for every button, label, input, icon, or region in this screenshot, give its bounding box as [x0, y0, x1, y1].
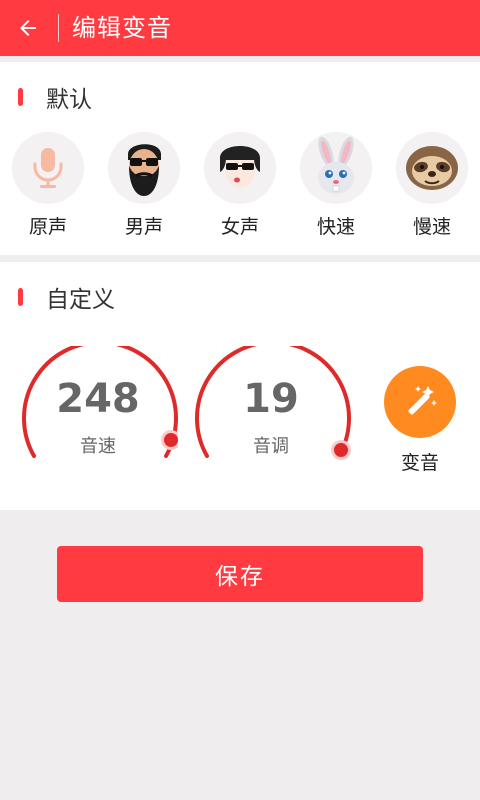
sloth-icon — [406, 146, 458, 190]
woman-sunglasses-icon — [220, 146, 260, 188]
default-voices-section: 默认 原声 男声 女声 快速 慢速 — [0, 62, 480, 255]
rabbit-icon — [318, 136, 354, 194]
app-header: 编辑变音 — [0, 0, 480, 56]
speed-dial[interactable]: 248 音速 — [18, 346, 178, 476]
voice-female[interactable]: 女声 — [200, 132, 280, 239]
voice-avatar — [108, 132, 180, 204]
voice-male[interactable]: 男声 — [104, 132, 184, 239]
section-marker — [18, 88, 23, 106]
voice-fast[interactable]: 快速 — [296, 132, 376, 239]
arrow-left-icon — [20, 20, 36, 36]
microphone-icon — [33, 148, 63, 188]
section-header: 默认 — [18, 82, 92, 113]
back-button[interactable] — [8, 8, 48, 48]
voice-label: 原声 — [28, 216, 67, 238]
section-header: 自定义 — [18, 282, 115, 313]
apply-voice-change-label: 变音 — [400, 452, 439, 474]
voice-label: 男声 — [124, 216, 163, 238]
pitch-label: 音调 — [253, 436, 289, 457]
section-marker — [18, 288, 23, 306]
pitch-dial[interactable]: 19 音调 — [191, 346, 351, 476]
pitch-value: 19 — [243, 376, 299, 422]
voice-label: 快速 — [316, 216, 355, 238]
voice-original[interactable]: 原声 — [8, 132, 88, 239]
speed-value: 248 — [56, 376, 140, 422]
page-title: 编辑变音 — [72, 14, 172, 42]
voice-label: 女声 — [220, 216, 259, 238]
voice-avatar — [204, 132, 276, 204]
magic-wand-circle — [384, 366, 456, 438]
section-title: 自定义 — [46, 287, 115, 313]
voice-label: 慢速 — [412, 216, 451, 238]
custom-voice-section: 自定义 248 音速 19 音调 变音 — [0, 262, 480, 510]
voice-slow[interactable]: 慢速 — [392, 132, 472, 239]
speed-label: 音速 — [80, 436, 116, 457]
magic-wand-icon — [408, 386, 437, 415]
voice-preset-row: 原声 男声 女声 快速 慢速 — [0, 132, 480, 242]
save-button[interactable]: 保存 — [57, 546, 423, 602]
section-title: 默认 — [46, 87, 92, 113]
bearded-man-sunglasses-icon — [128, 144, 161, 196]
voice-avatar — [396, 132, 468, 204]
voice-avatar — [12, 132, 84, 204]
header-divider — [58, 14, 59, 42]
voice-avatar — [300, 132, 372, 204]
apply-voice-change-button[interactable]: 变音 — [376, 366, 464, 475]
